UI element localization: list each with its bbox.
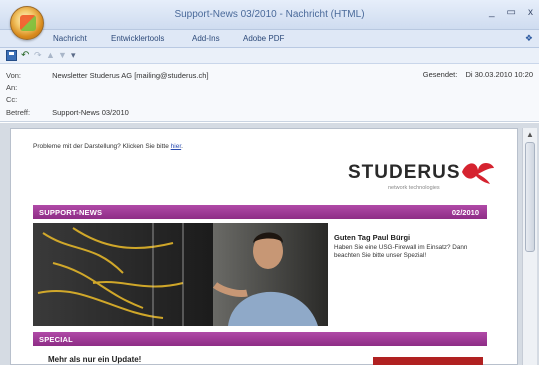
scroll-thumb[interactable] [525, 142, 535, 252]
subject-label: Betreff: [6, 108, 31, 117]
ribbon-tabs: Nachricht Entwicklertools Add-Ins Adobe … [0, 30, 539, 48]
message-body: ▲ Probleme mit der Darstellung? Klicken … [0, 123, 539, 365]
red-banner [373, 357, 483, 365]
tab-nachricht[interactable]: Nachricht [53, 34, 87, 43]
hero-photo [33, 223, 328, 326]
logo-bird-icon [462, 163, 494, 184]
sent-value: Di 30.03.2010 10:20 [465, 70, 533, 79]
window-controls: _ ▭ x [489, 7, 533, 18]
up-arrow-icon[interactable]: ▲ [46, 50, 57, 61]
greeting-text: Haben Sie eine USG-Firewall im Einsatz? … [334, 244, 468, 259]
office-logo-icon [20, 15, 36, 31]
display-problem-text: Probleme mit der Darstellung? Klicken Si… [33, 143, 183, 150]
help-icon[interactable]: ❖ [525, 33, 533, 44]
vertical-scrollbar[interactable]: ▲ [522, 128, 537, 365]
special-title: Mehr als nur ein Update! [48, 355, 142, 364]
tab-entwicklertools[interactable]: Entwicklertools [111, 34, 164, 43]
cc-field: Cc: [6, 95, 50, 104]
save-icon[interactable] [6, 50, 17, 61]
quick-access-toolbar: ↶ ↷ ▲ ▼ ▾ [0, 48, 539, 64]
minimize-button[interactable]: _ [489, 7, 495, 18]
band-title: SUPPORT-NEWS [39, 208, 103, 217]
from-label: Von: [6, 71, 22, 80]
studerus-logo: STUDERUS [348, 162, 461, 183]
to-label: An: [6, 83, 18, 92]
close-button[interactable]: x [528, 7, 533, 18]
band-issue: 02/2010 [451, 208, 479, 217]
office-button[interactable] [10, 6, 44, 40]
special-band: SPECIAL [33, 332, 487, 346]
customize-toolbar-icon[interactable]: ▾ [71, 50, 82, 61]
subject-field: Betreff: Support-News 03/2010 [6, 108, 129, 117]
support-news-band: SUPPORT-NEWS 02/2010 [33, 205, 487, 219]
scroll-up-icon[interactable]: ▲ [526, 130, 534, 139]
from-field: Von: Newsletter Studerus AG [mailing@stu… [6, 71, 209, 80]
problem-text: Probleme mit der Darstellung? Klicken Si… [33, 143, 169, 150]
tab-adobe-pdf[interactable]: Adobe PDF [243, 34, 284, 43]
special-band-title: SPECIAL [39, 335, 73, 344]
from-value[interactable]: Newsletter Studerus AG [mailing@studerus… [52, 71, 208, 80]
message-header: Von: Newsletter Studerus AG [mailing@stu… [0, 64, 539, 122]
cc-label: Cc: [6, 95, 18, 104]
title-bar: Support-News 03/2010 - Nachricht (HTML) … [0, 0, 539, 40]
to-field: An: [6, 83, 50, 92]
logo-tagline: network technologies [388, 185, 440, 191]
undo-icon[interactable]: ↶ [21, 50, 32, 61]
greeting-block: Guten Tag Paul Bürgi Haben Sie eine USG-… [334, 233, 486, 259]
window-title: Support-News 03/2010 - Nachricht (HTML) [174, 9, 365, 20]
down-arrow-icon[interactable]: ▼ [58, 50, 69, 61]
redo-icon[interactable]: ↷ [34, 50, 45, 61]
subject-value: Support-News 03/2010 [52, 108, 129, 117]
maximize-button[interactable]: ▭ [507, 7, 516, 18]
sent-label: Gesendet: [422, 70, 458, 79]
tab-add-ins[interactable]: Add-Ins [192, 34, 220, 43]
greeting-title: Guten Tag Paul Bürgi [334, 233, 411, 242]
hier-link[interactable]: hier [171, 143, 181, 150]
sent-field: Gesendet: Di 30.03.2010 10:20 [423, 70, 533, 79]
